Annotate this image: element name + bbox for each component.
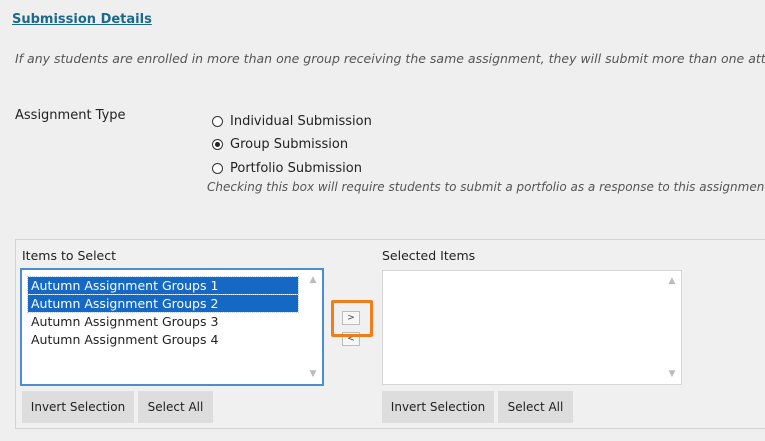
scroll-down-arrow-icon[interactable]: ▼ — [665, 368, 679, 380]
select-all-button-left[interactable]: Select All — [138, 391, 213, 423]
portfolio-hint-text: Checking this box will require students … — [207, 180, 765, 194]
radio-portfolio-submission[interactable]: Portfolio Submission — [212, 159, 362, 177]
invert-selection-button-right[interactable]: Invert Selection — [382, 391, 494, 423]
radio-button-portfolio[interactable] — [212, 162, 223, 174]
invert-selection-button-left[interactable]: Invert Selection — [22, 391, 134, 423]
list-item[interactable]: Autumn Assignment Groups 2 — [27, 294, 299, 313]
radio-button-individual[interactable] — [212, 115, 223, 127]
radio-label-group: Group Submission — [230, 136, 349, 152]
radio-label-individual: Individual Submission — [230, 113, 372, 129]
list-item[interactable]: Autumn Assignment Groups 4 — [28, 331, 298, 348]
scroll-down-arrow-icon[interactable]: ▼ — [306, 368, 320, 380]
scroll-up-arrow-icon[interactable]: ▲ — [306, 274, 320, 286]
section-title[interactable]: Submission Details — [12, 12, 152, 27]
selected-items-label: Selected Items — [382, 248, 476, 263]
selected-scrollbar[interactable]: ▲ ▼ — [665, 273, 679, 382]
items-to-select-label: Items to Select — [22, 248, 117, 263]
radio-individual-submission[interactable]: Individual Submission — [212, 112, 372, 130]
items-to-select-listbox[interactable]: Autumn Assignment Groups 1 Autumn Assign… — [20, 268, 324, 386]
list-item[interactable]: Autumn Assignment Groups 3 — [28, 313, 298, 330]
move-button-highlight — [331, 300, 373, 337]
list-item[interactable]: Autumn Assignment Groups 1 — [27, 276, 299, 295]
assignment-type-label: Assignment Type — [15, 108, 126, 123]
radio-group-submission[interactable]: Group Submission — [212, 135, 348, 153]
scroll-up-arrow-icon[interactable]: ▲ — [665, 275, 679, 287]
radio-button-group[interactable] — [212, 138, 223, 150]
radio-label-portfolio: Portfolio Submission — [230, 160, 362, 176]
items-scrollbar[interactable]: ▲ ▼ — [306, 272, 320, 382]
selected-items-listbox[interactable]: ▲ ▼ — [382, 270, 682, 385]
select-all-button-right[interactable]: Select All — [498, 391, 573, 423]
multi-group-info-text: If any students are enrolled in more tha… — [15, 51, 765, 66]
